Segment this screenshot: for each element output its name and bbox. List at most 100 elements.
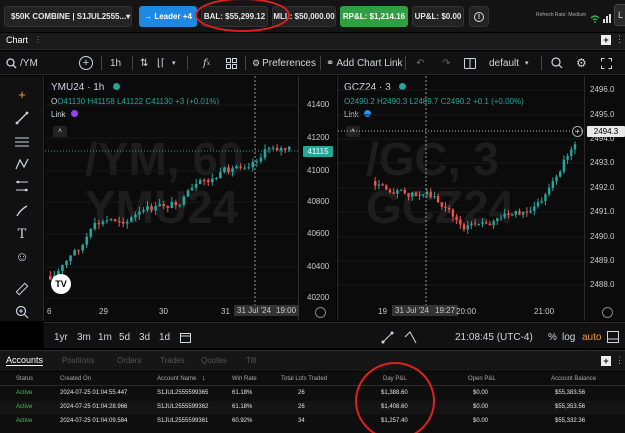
log-toggle[interactable]: log bbox=[562, 329, 575, 345]
chevron-down-icon[interactable]: ▾ bbox=[172, 55, 176, 71]
candle bbox=[93, 223, 97, 229]
add-panel-icon[interactable]: + bbox=[601, 356, 611, 366]
fib-icon[interactable] bbox=[14, 134, 30, 150]
table-row[interactable]: Active 2024-07-25 01:04:28.966 S1JUL2555… bbox=[0, 401, 625, 414]
leader-button[interactable]: → Leader +4 bbox=[139, 6, 197, 27]
candle bbox=[570, 149, 573, 156]
tab-accounts[interactable]: Accounts bbox=[6, 355, 44, 366]
candles-icon[interactable]: ⌊⌈ bbox=[157, 55, 165, 71]
bar-type-icon[interactable]: ⇅ bbox=[140, 55, 148, 71]
candle bbox=[562, 159, 566, 172]
draw-line-icon[interactable] bbox=[381, 329, 394, 345]
brush-icon[interactable] bbox=[14, 203, 30, 219]
table-row[interactable]: Active 2024-07-25 01:04:55.447 S1JUL2555… bbox=[0, 387, 625, 400]
preferences-label: Preferences bbox=[262, 57, 316, 69]
indicators-icon[interactable]: fx bbox=[203, 55, 210, 71]
candle bbox=[113, 219, 117, 221]
candle bbox=[381, 184, 384, 186]
pattern-icon[interactable] bbox=[14, 156, 30, 172]
cell-account: S1JUL2555599361 bbox=[157, 418, 209, 424]
panel-settings-icon[interactable] bbox=[607, 329, 619, 345]
layout-label: default bbox=[489, 57, 520, 69]
candle bbox=[466, 225, 469, 230]
table-row[interactable]: Active 2024-07-25 01:04:09.584 S1JUL2555… bbox=[0, 415, 625, 428]
column-header[interactable]: Account Balance bbox=[551, 376, 596, 382]
tab-chart[interactable]: Chart bbox=[6, 35, 28, 45]
redo-icon[interactable]: ↷ bbox=[442, 55, 450, 71]
zoom-in-icon[interactable] bbox=[14, 304, 30, 320]
y-tick: 2490.0 bbox=[590, 232, 615, 241]
range-1d[interactable]: 1d bbox=[159, 329, 170, 345]
symbol-search[interactable]: /YM bbox=[6, 55, 38, 71]
tradingview-logo[interactable]: TV bbox=[51, 274, 71, 294]
candle bbox=[547, 187, 551, 195]
measure-icon[interactable] bbox=[404, 329, 417, 345]
percent-toggle[interactable]: % bbox=[548, 329, 557, 345]
range-5d[interactable]: 5d bbox=[119, 329, 130, 345]
info-icon[interactable]: ! bbox=[469, 6, 489, 27]
layout-icon[interactable] bbox=[464, 55, 476, 71]
range-1m[interactable]: 1m bbox=[98, 329, 112, 345]
chart-pane-gc[interactable]: /GC, 3 GCZ24 GCZ24 · 3 O2490.2 H2490.3 L… bbox=[337, 76, 625, 321]
tab-quotes[interactable]: Quotes bbox=[201, 356, 227, 365]
preferences-button[interactable]: ⚙ Preferences bbox=[252, 55, 316, 71]
add-chart-link-button[interactable]: ⚭ Add Chart Link bbox=[326, 55, 403, 71]
column-header[interactable]: Win Rate bbox=[232, 376, 257, 382]
account-select-label: $50K COMBINE | S1JUL2555... bbox=[11, 12, 127, 21]
cell-created: 2024-07-25 01:04:28.966 bbox=[60, 404, 128, 410]
crosshair-icon[interactable]: + bbox=[14, 86, 30, 102]
cell-account: S1JUL2555599365 bbox=[157, 390, 209, 396]
x-crosshair-time: 19:27 bbox=[432, 305, 459, 316]
candle bbox=[69, 255, 72, 261]
fullscreen-icon[interactable] bbox=[601, 55, 612, 71]
chart-tab-bar: Chart ⋮ + ⋮ bbox=[0, 33, 625, 50]
ruler-icon[interactable] bbox=[14, 281, 30, 297]
cell-created: 2024-07-25 01:04:55.447 bbox=[60, 390, 128, 396]
layout-select[interactable]: default ▾ bbox=[489, 55, 529, 71]
chart-pane-ym[interactable]: /YM, 60 YMU24 YMU24 · 1h OO41130 H41158 … bbox=[45, 76, 336, 321]
range-1yr[interactable]: 1yr bbox=[54, 329, 68, 345]
add-alert-icon[interactable]: + bbox=[572, 126, 583, 137]
compare-add-icon[interactable]: + bbox=[79, 56, 93, 70]
scale-settings-icon[interactable] bbox=[602, 307, 613, 318]
candle bbox=[392, 192, 395, 194]
column-header[interactable]: Status bbox=[16, 376, 33, 382]
prediction-icon[interactable] bbox=[14, 178, 30, 194]
templates-icon[interactable] bbox=[226, 55, 237, 71]
tab-tilt[interactable]: Tilt bbox=[246, 356, 256, 365]
tab-menu-icon[interactable]: ⋮ bbox=[34, 35, 42, 44]
auto-toggle[interactable]: auto bbox=[582, 329, 601, 345]
sort-down-icon[interactable]: ↓ bbox=[202, 375, 206, 382]
settings-icon[interactable]: ⚙ bbox=[576, 55, 587, 71]
undo-icon[interactable]: ↶ bbox=[416, 55, 424, 71]
accounts-table: Status Created On Account Name ↓ Win Rat… bbox=[0, 362, 625, 433]
y-tick: 2496.0 bbox=[590, 85, 615, 94]
range-3d[interactable]: 3d bbox=[139, 329, 150, 345]
text-icon[interactable]: T bbox=[14, 226, 30, 242]
account-select[interactable]: $50K COMBINE | S1JUL2555... ▾ bbox=[4, 6, 132, 27]
date-range-icon[interactable] bbox=[180, 329, 191, 345]
panel-menu-icon[interactable]: ⋮ bbox=[615, 355, 624, 366]
column-header[interactable]: Account Name bbox=[157, 376, 196, 382]
candle bbox=[433, 196, 436, 198]
column-header[interactable]: Created On bbox=[60, 376, 91, 382]
candle bbox=[540, 201, 543, 203]
tab-positions[interactable]: Positions bbox=[62, 356, 94, 365]
logout-button[interactable]: L bbox=[614, 4, 625, 26]
tab-trades[interactable]: Trades bbox=[160, 356, 185, 365]
tab-orders[interactable]: Orders bbox=[117, 356, 141, 365]
column-header[interactable]: Open P&L bbox=[468, 376, 496, 382]
emoji-icon[interactable]: ☺ bbox=[14, 248, 30, 264]
trendline-icon[interactable] bbox=[14, 110, 30, 126]
chevron-down-icon: ▾ bbox=[525, 60, 529, 67]
interval-button[interactable]: 1h bbox=[110, 55, 121, 71]
candle bbox=[239, 166, 242, 168]
scale-settings-icon[interactable] bbox=[315, 307, 326, 318]
range-3m[interactable]: 3m bbox=[77, 329, 91, 345]
panel-menu-icon[interactable]: ⋮ bbox=[615, 34, 624, 45]
candle bbox=[121, 221, 125, 224]
add-panel-icon[interactable]: + bbox=[601, 35, 611, 45]
column-header[interactable]: Total Lots Traded bbox=[281, 376, 327, 382]
x-tick: 29 bbox=[99, 307, 108, 316]
quick-search-icon[interactable] bbox=[551, 55, 563, 71]
